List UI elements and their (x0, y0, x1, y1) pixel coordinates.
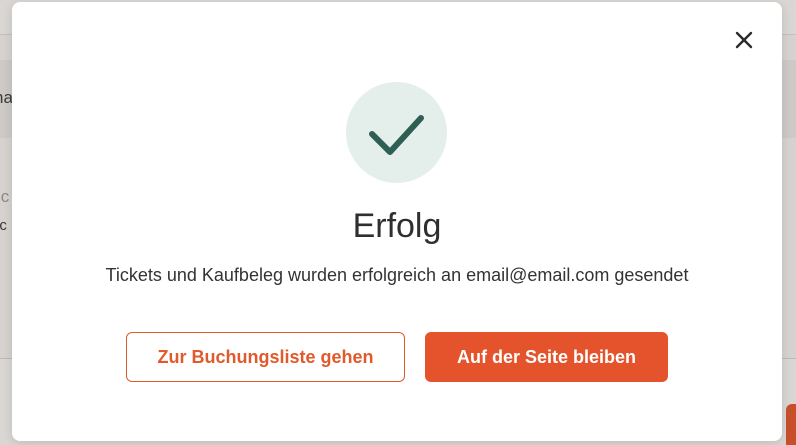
background-text-fragment: na (0, 88, 13, 107)
close-button[interactable] (730, 26, 758, 54)
go-to-booking-list-button[interactable]: Zur Buchungsliste gehen (126, 332, 405, 382)
checkmark-icon (369, 115, 424, 155)
stay-on-page-label: Auf der Seite bleiben (456, 346, 637, 367)
stay-on-page-button[interactable]: Auf der Seite bleiben (425, 332, 668, 382)
background-text-fragment: ic (0, 217, 7, 234)
success-dialog: Erfolg Tickets und Kaufbeleg wurden erfo… (12, 2, 782, 441)
dialog-message: Tickets und Kaufbeleg wurden erfolgreich… (105, 265, 689, 285)
dialog-title: Erfolg (352, 207, 442, 245)
close-icon (735, 31, 753, 49)
background-orange-button (786, 404, 796, 445)
success-status-badge (346, 82, 447, 183)
go-to-booking-list-label: Zur Buchungsliste gehen (157, 346, 374, 367)
background-text-fragment: .c (0, 187, 10, 206)
